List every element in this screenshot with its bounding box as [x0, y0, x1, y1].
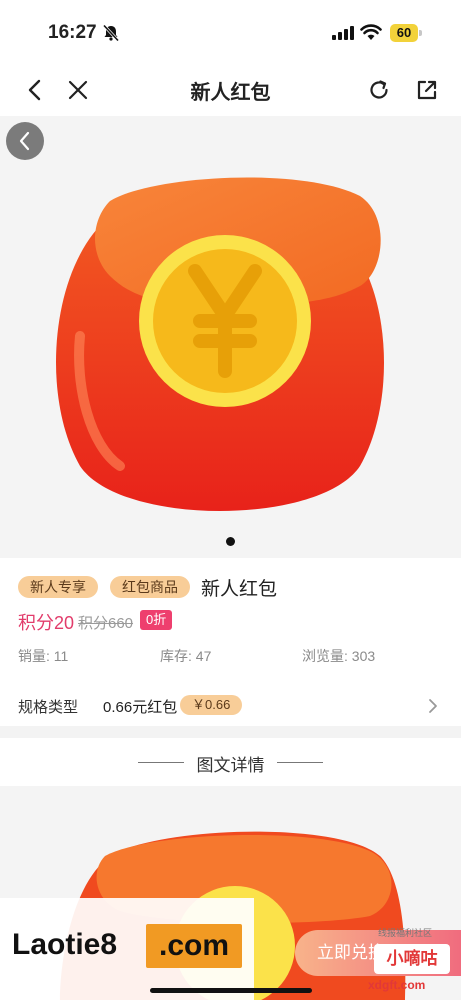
view-count: 浏览量: 303 — [302, 648, 376, 664]
detail-section-header: 图文详情 — [0, 738, 461, 786]
red-envelope-image — [55, 177, 384, 511]
battery-level: 60 — [390, 24, 418, 42]
badge-url: xdgft.com — [368, 978, 426, 992]
product-price: 积分20 — [18, 613, 75, 633]
spec-label: 规格类型 — [18, 699, 79, 716]
stock-count: 库存: 47 — [160, 648, 212, 664]
carousel-indicator — [226, 537, 235, 546]
chevron-left-icon — [19, 131, 30, 151]
wifi-icon — [360, 24, 382, 40]
status-bar: 16:27 60 — [0, 0, 461, 64]
status-time: 16:27 — [48, 22, 97, 43]
divider — [277, 762, 323, 763]
home-indicator — [150, 988, 312, 993]
detail-title: 图文详情 — [196, 756, 265, 775]
refresh-icon — [370, 80, 388, 99]
spec-value: 0.66元红包 — [103, 699, 178, 716]
nav-bar: 新人红包 — [0, 64, 461, 116]
tag-new-user: 新人专享 — [18, 576, 98, 598]
product-info: 新人专享 红包商品 新人红包 积分20 积分660 0折 销量: 11 库存: … — [0, 558, 461, 726]
original-price: 积分660 — [78, 615, 134, 632]
silent-bell-icon — [102, 24, 120, 42]
refresh-button[interactable] — [365, 76, 393, 104]
spec-price-badge: ￥0.66 — [180, 695, 243, 715]
battery-icon: 60 — [390, 24, 422, 42]
image-back-button[interactable] — [6, 122, 44, 160]
tag-red-packet: 红包商品 — [110, 576, 190, 598]
cellular-signal-icon — [332, 26, 354, 40]
discount-badge: 0折 — [140, 610, 173, 630]
product-image-carousel[interactable] — [0, 116, 461, 558]
badge-watermark: 小嘀咕 — [374, 944, 450, 974]
share-button[interactable] — [413, 76, 441, 104]
product-name: 新人红包 — [201, 579, 278, 600]
sales-count: 销量: 11 — [18, 648, 69, 664]
site-watermark: Laotie8 .com — [0, 898, 254, 1000]
share-icon — [417, 80, 437, 100]
chevron-right-icon — [429, 699, 437, 713]
watermark-dotcom: .com — [146, 924, 242, 968]
watermark-text: Laotie8 — [12, 928, 118, 961]
badge-subtitle: 线报福利社区 — [378, 928, 433, 938]
